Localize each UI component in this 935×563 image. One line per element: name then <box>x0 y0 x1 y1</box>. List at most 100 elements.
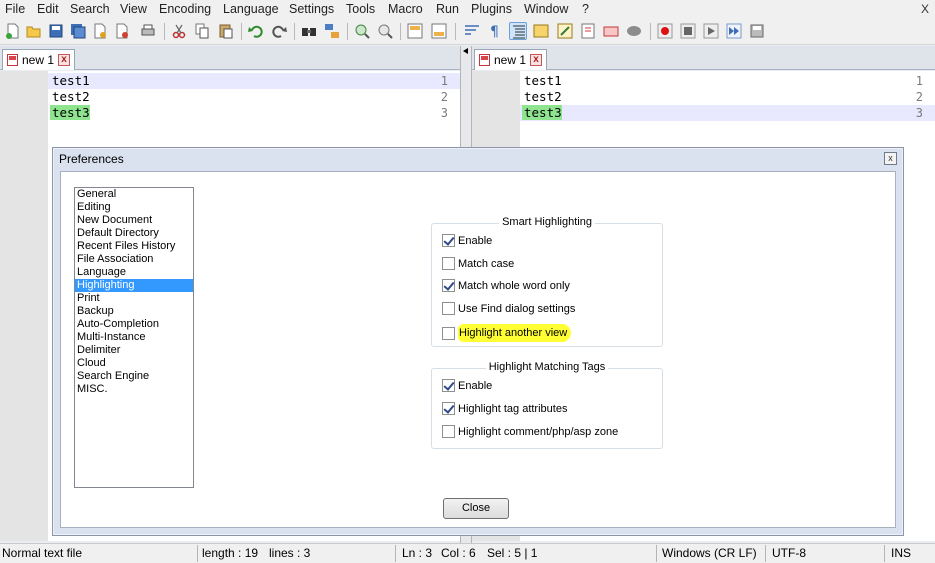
undo-icon[interactable] <box>247 22 265 40</box>
category-item-highlighting[interactable]: Highlighting <box>75 279 193 292</box>
function-list-icon[interactable] <box>556 22 574 40</box>
sync-vertical-icon[interactable] <box>406 22 424 40</box>
window-close-button[interactable]: X <box>921 2 929 16</box>
checkbox-unchecked[interactable] <box>442 257 455 270</box>
file-icon <box>7 54 18 66</box>
menu-edit[interactable]: Edit <box>37 2 59 16</box>
category-item-auto-completion[interactable]: Auto-Completion <box>75 318 193 331</box>
zoom-out-icon[interactable] <box>376 22 394 40</box>
menu-plugins[interactable]: Plugins <box>471 2 512 16</box>
category-item-language[interactable]: Language <box>75 266 193 279</box>
find-icon[interactable] <box>300 22 318 40</box>
close-icon[interactable] <box>91 22 109 40</box>
category-item-delimiter[interactable]: Delimiter <box>75 344 193 357</box>
category-item-backup[interactable]: Backup <box>75 305 193 318</box>
menu-language[interactable]: Language <box>223 2 279 16</box>
cut-icon[interactable] <box>170 22 188 40</box>
checkbox-unchecked[interactable] <box>442 326 455 340</box>
menu-settings[interactable]: Settings <box>289 2 334 16</box>
category-item-editing[interactable]: Editing <box>75 201 193 214</box>
menu-run[interactable]: Run <box>436 2 459 16</box>
tab-close-icon[interactable]: x <box>58 54 71 66</box>
save-all-icon[interactable] <box>69 22 87 40</box>
menu-tools[interactable]: Tools <box>346 2 375 16</box>
menu-view[interactable]: View <box>120 2 147 16</box>
smart-match-case-checkbox[interactable]: Match case <box>442 257 514 270</box>
splitter-arrow-icon[interactable] <box>461 46 471 56</box>
svg-text:¶: ¶ <box>490 24 499 40</box>
tab-label: new 1 <box>22 53 55 67</box>
stop-macro-icon[interactable] <box>679 22 697 40</box>
tags-enable-checkbox[interactable]: Enable <box>442 379 492 392</box>
status-sel: Sel : 5 | 1 <box>487 546 538 560</box>
checkbox-checked[interactable] <box>442 279 455 292</box>
menu-macro[interactable]: Macro <box>388 2 423 16</box>
sync-horizontal-icon[interactable] <box>430 22 448 40</box>
record-macro-icon[interactable] <box>656 22 674 40</box>
zoom-in-icon[interactable] <box>353 22 371 40</box>
status-file-type: Normal text file <box>2 546 83 560</box>
smart-match-whole-word-checkbox[interactable]: Match whole word only <box>442 279 570 292</box>
code-line-smart-highlighted: test3 <box>50 105 90 120</box>
doc-map-icon[interactable] <box>532 22 550 40</box>
category-list[interactable]: General Editing New Document Default Dir… <box>74 187 194 488</box>
checkbox-checked[interactable] <box>442 402 455 415</box>
word-wrap-icon[interactable] <box>463 22 481 40</box>
menu-file[interactable]: File <box>5 2 25 16</box>
new-file-icon[interactable] <box>4 22 22 40</box>
category-item-search-engine[interactable]: Search Engine <box>75 370 193 383</box>
close-button[interactable]: Close <box>443 498 509 519</box>
category-item-general[interactable]: General <box>75 188 193 201</box>
close-all-icon[interactable] <box>113 22 131 40</box>
tags-highlight-attributes-checkbox[interactable]: Highlight tag attributes <box>442 402 567 415</box>
run-macro-multiple-icon[interactable] <box>725 22 743 40</box>
code-line: test1 <box>52 73 90 88</box>
menu-window[interactable]: Window <box>524 2 568 16</box>
tab-close-icon[interactable]: x <box>530 54 543 66</box>
play-macro-icon[interactable] <box>702 22 720 40</box>
monitoring-icon[interactable] <box>602 22 620 40</box>
tab-new-1-right[interactable]: new 1 x <box>474 49 548 70</box>
checkbox-checked[interactable] <box>442 379 455 392</box>
category-item-cloud[interactable]: Cloud <box>75 357 193 370</box>
menu-search[interactable]: Search <box>70 2 110 16</box>
redo-icon[interactable] <box>270 22 288 40</box>
open-file-icon[interactable] <box>25 22 43 40</box>
category-item-recent-files-history[interactable]: Recent Files History <box>75 240 193 253</box>
menu-encoding[interactable]: Encoding <box>159 2 211 16</box>
save-macro-icon[interactable] <box>748 22 766 40</box>
record-macro-icon-disabled[interactable] <box>625 22 643 40</box>
checkbox-unchecked[interactable] <box>442 302 455 315</box>
print-icon[interactable] <box>139 22 157 40</box>
show-all-chars-icon[interactable]: ¶ <box>486 22 504 40</box>
line-number: 1 <box>915 74 923 88</box>
smart-highlight-another-view-checkbox[interactable]: Highlight another view <box>442 324 572 342</box>
toolbar: ¶ <box>0 19 935 45</box>
category-item-print[interactable]: Print <box>75 292 193 305</box>
copy-icon[interactable] <box>193 22 211 40</box>
category-item-new-document[interactable]: New Document <box>75 214 193 227</box>
tags-highlight-comment-zone-checkbox[interactable]: Highlight comment/php/asp zone <box>442 425 618 438</box>
dialog-titlebar[interactable]: Preferences x <box>53 148 903 170</box>
save-icon[interactable] <box>47 22 65 40</box>
paste-icon[interactable] <box>217 22 235 40</box>
smart-enable-checkbox[interactable]: Enable <box>442 234 492 247</box>
checkbox-checked[interactable] <box>442 234 455 247</box>
indent-guide-icon[interactable] <box>509 22 527 40</box>
dialog-title: Preferences <box>59 152 124 166</box>
tab-new-1-left[interactable]: new 1 x <box>2 49 76 70</box>
dialog-close-icon[interactable]: x <box>884 152 897 165</box>
replace-icon[interactable] <box>323 22 341 40</box>
category-item-file-association[interactable]: File Association <box>75 253 193 266</box>
file-icon <box>479 54 490 66</box>
tab-label: new 1 <box>494 53 527 67</box>
smart-use-find-dialog-checkbox[interactable]: Use Find dialog settings <box>442 302 575 315</box>
right-tab-strip: new 1 x <box>472 46 935 70</box>
smart-highlighting-group: Smart Highlighting Enable Match case Mat… <box>431 216 663 347</box>
checkbox-unchecked[interactable] <box>442 425 455 438</box>
category-item-misc[interactable]: MISC. <box>75 383 193 396</box>
folder-workspace-icon[interactable] <box>579 22 597 40</box>
menu-help[interactable]: ? <box>582 2 589 16</box>
category-item-default-directory[interactable]: Default Directory <box>75 227 193 240</box>
category-item-multi-instance[interactable]: Multi-Instance <box>75 331 193 344</box>
